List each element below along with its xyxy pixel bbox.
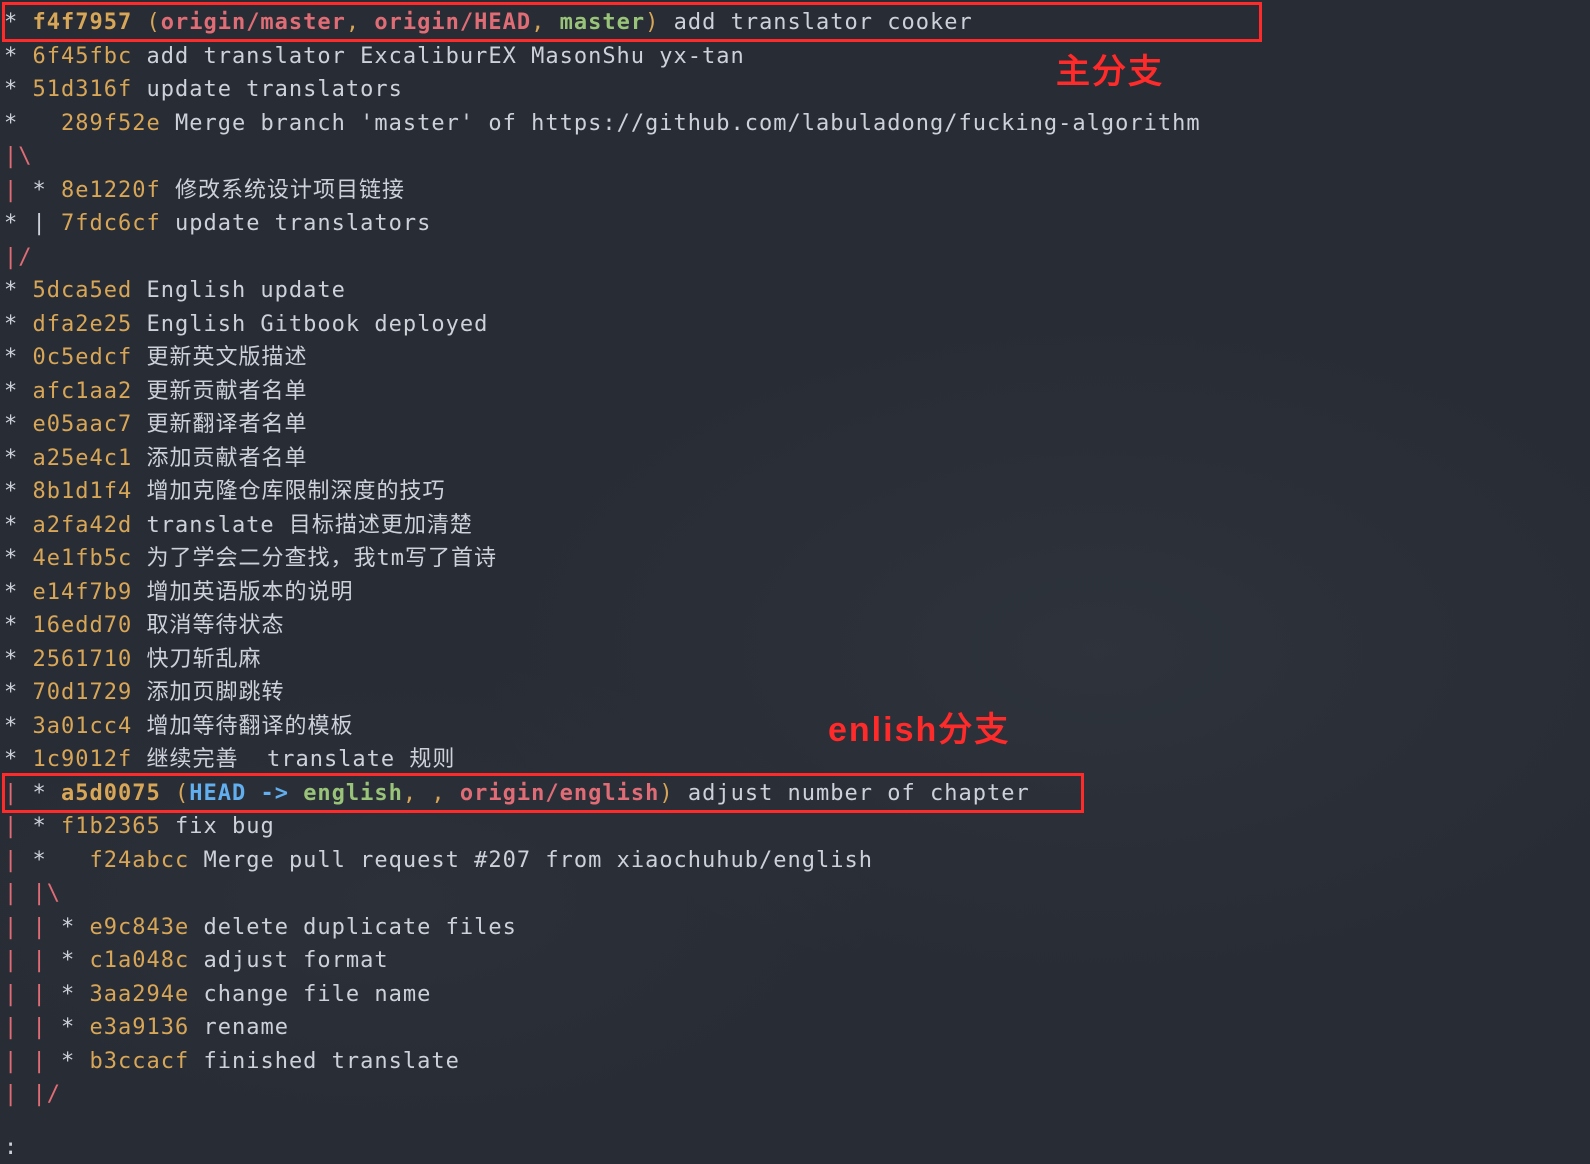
commit-message: 继续完善 translate 规则: [146, 747, 455, 772]
git-log-line: | * f24abcc Merge pull request #207 from…: [4, 844, 1586, 878]
git-log-line: * a25e4c1 添加贡献者名单: [4, 442, 1586, 476]
git-log-line: |/: [4, 241, 1586, 275]
git-log-line: * 51d316f update translators: [4, 73, 1586, 107]
git-log-line: * e05aac7 更新翻译者名单: [4, 408, 1586, 442]
commit-hash: dfa2e25: [33, 312, 133, 337]
annotation-main-branch: 主分支: [1056, 44, 1164, 93]
highlight-box-english: [2, 773, 1084, 813]
git-log-line: * 3a01cc4 增加等待翻译的模板: [4, 710, 1586, 744]
git-log-line: * 0c5edcf 更新英文版描述: [4, 341, 1586, 375]
commit-hash: e05aac7: [33, 412, 133, 437]
commit-hash: afc1aa2: [33, 379, 133, 404]
git-log-line: * 2561710 快刀斩乱麻: [4, 643, 1586, 677]
pager-prompt[interactable]: :: [4, 1135, 17, 1160]
commit-message: 增加英语版本的说明: [146, 580, 353, 605]
commit-message: rename: [203, 1015, 288, 1040]
git-log-line: * 70d1729 添加页脚跳转: [4, 676, 1586, 710]
commit-message: Merge branch 'master' of https://github.…: [175, 111, 1201, 136]
commit-message: 更新翻译者名单: [146, 412, 307, 437]
commit-message: 为了学会二分查找，我tm写了首诗: [146, 546, 497, 571]
commit-message: 更新贡献者名单: [146, 379, 307, 404]
commit-message: adjust format: [203, 948, 388, 973]
commit-message: 快刀斩乱麻: [146, 647, 261, 672]
git-log-line: * afc1aa2 更新贡献者名单: [4, 375, 1586, 409]
commit-message: 添加贡献者名单: [146, 446, 307, 471]
commit-hash: f24abcc: [90, 848, 190, 873]
commit-message: add translator ExcaliburEX MasonShu yx-t…: [146, 44, 744, 69]
git-log-line: | * 8e1220f 修改系统设计项目链接: [4, 174, 1586, 208]
git-log-line: * 4e1fb5c 为了学会二分查找，我tm写了首诗: [4, 542, 1586, 576]
git-log-line: * a2fa42d translate 目标描述更加清楚: [4, 509, 1586, 543]
commit-hash: 5dca5ed: [33, 278, 133, 303]
git-log-line: | |\: [4, 877, 1586, 911]
commit-message: Merge pull request #207 from xiaochuhub/…: [203, 848, 873, 873]
git-log-line: * 5dca5ed English update: [4, 274, 1586, 308]
commit-hash: e14f7b9: [33, 580, 133, 605]
commit-hash: b3ccacf: [90, 1049, 190, 1074]
commit-message: change file name: [203, 982, 431, 1007]
commit-hash: 0c5edcf: [33, 345, 133, 370]
git-log-line: * e14f7b9 增加英语版本的说明: [4, 576, 1586, 610]
commit-message: update translators: [146, 77, 402, 102]
commit-hash: 1c9012f: [33, 747, 133, 772]
commit-hash: e9c843e: [90, 915, 190, 940]
commit-hash: 3aa294e: [90, 982, 190, 1007]
commit-message: English update: [146, 278, 345, 303]
git-log-line: | | * b3ccacf finished translate: [4, 1045, 1586, 1079]
commit-hash: a2fa42d: [33, 513, 133, 538]
git-log-line: | | * c1a048c adjust format: [4, 944, 1586, 978]
annotation-english-branch: enlish分支: [828, 702, 1010, 751]
commit-hash: 2561710: [33, 647, 133, 672]
commit-hash: 4e1fb5c: [33, 546, 133, 571]
commit-hash: 51d316f: [33, 77, 133, 102]
commit-hash: 289f52e: [61, 111, 161, 136]
git-log-line: | | * 3aa294e change file name: [4, 978, 1586, 1012]
commit-message: update translators: [175, 211, 431, 236]
commit-message: 添加页脚跳转: [146, 680, 284, 705]
commit-hash: a25e4c1: [33, 446, 133, 471]
git-log-line: * | 7fdc6cf update translators: [4, 207, 1586, 241]
commit-message: 修改系统设计项目链接: [175, 178, 405, 203]
commit-message: 增加等待翻译的模板: [146, 714, 353, 739]
commit-message: 更新英文版描述: [146, 345, 307, 370]
commit-message: English Gitbook deployed: [146, 312, 488, 337]
git-log-line: | | * e9c843e delete duplicate files: [4, 911, 1586, 945]
commit-hash: 8e1220f: [61, 178, 161, 203]
commit-hash: c1a048c: [90, 948, 190, 973]
git-log-line: | |/: [4, 1078, 1586, 1112]
commit-message: finished translate: [203, 1049, 459, 1074]
commit-hash: 3a01cc4: [33, 714, 133, 739]
commit-message: 取消等待状态: [146, 613, 284, 638]
git-log-line: * 1c9012f 继续完善 translate 规则: [4, 743, 1586, 777]
commit-hash: 7fdc6cf: [61, 211, 161, 236]
commit-message: 增加克隆仓库限制深度的技巧: [146, 479, 445, 504]
commit-hash: f1b2365: [61, 814, 161, 839]
commit-message: translate 目标描述更加清楚: [146, 513, 472, 538]
commit-hash: e3a9136: [90, 1015, 190, 1040]
git-log-line: | * f1b2365 fix bug: [4, 810, 1586, 844]
commit-hash: 16edd70: [33, 613, 133, 638]
highlight-box-master: [2, 2, 1262, 42]
git-log-line: * 6f45fbc add translator ExcaliburEX Mas…: [4, 40, 1586, 74]
commit-hash: 6f45fbc: [33, 44, 133, 69]
git-log-line: |\: [4, 140, 1586, 174]
git-log-line: * dfa2e25 English Gitbook deployed: [4, 308, 1586, 342]
commit-hash: 70d1729: [33, 680, 133, 705]
git-log-line: * 16edd70 取消等待状态: [4, 609, 1586, 643]
git-log-line: | | * e3a9136 rename: [4, 1011, 1586, 1045]
git-log-output: * f4f7957 (origin/master, origin/HEAD, m…: [0, 0, 1590, 1116]
commit-message: fix bug: [175, 814, 275, 839]
git-log-line: * 289f52e Merge branch 'master' of https…: [4, 107, 1586, 141]
commit-message: delete duplicate files: [203, 915, 516, 940]
git-log-line: * 8b1d1f4 增加克隆仓库限制深度的技巧: [4, 475, 1586, 509]
commit-hash: 8b1d1f4: [33, 479, 133, 504]
